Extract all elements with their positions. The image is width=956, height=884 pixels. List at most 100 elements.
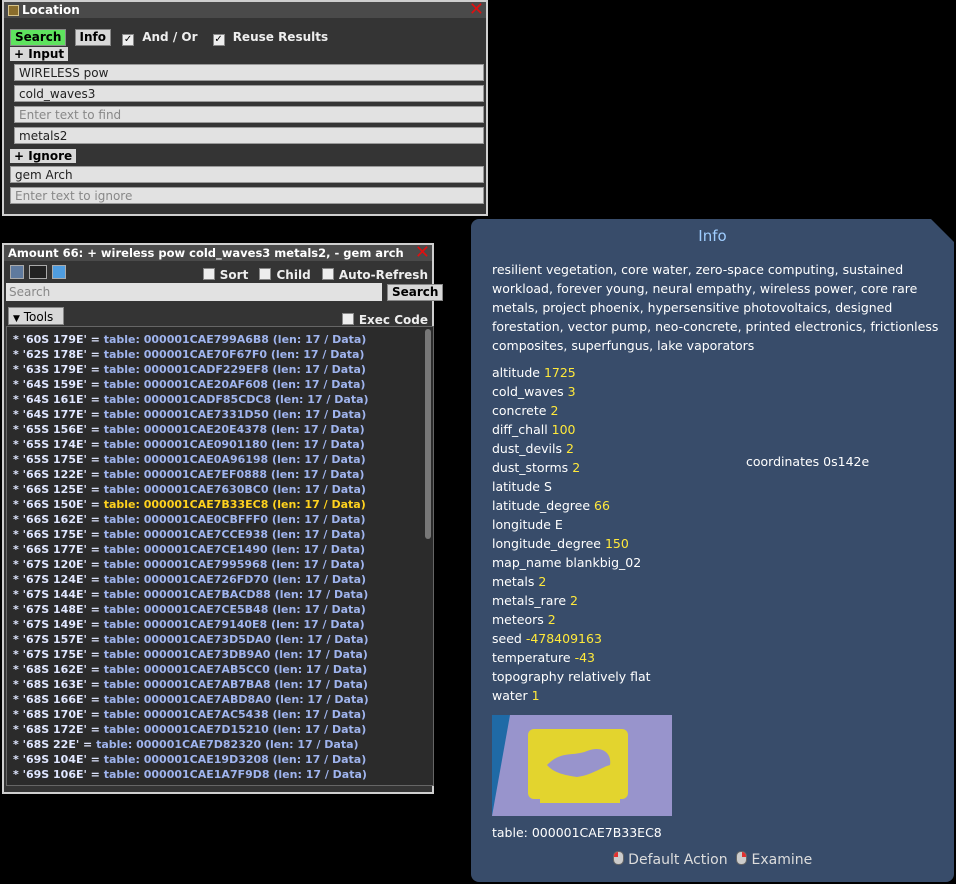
list-item[interactable]: * '64S 161E' = table: 000001CADF85CDC8 (… xyxy=(7,392,433,407)
close-icon[interactable]: ✕ xyxy=(469,2,484,18)
list-item-value[interactable]: table: 000001CAE20AF608 (len: 17 / Data) xyxy=(104,378,366,391)
list-item[interactable]: * '68S 22E' = table: 000001CAE7D82320 (l… xyxy=(7,737,433,752)
list-item-value[interactable]: table: 000001CAE0CBFFF0 (len: 17 / Data) xyxy=(104,513,366,526)
list-item[interactable]: * '67S 157E' = table: 000001CAE73D5DA0 (… xyxy=(7,632,433,647)
info-field-value: 2 xyxy=(550,403,559,418)
list-item[interactable]: * '65S 175E' = table: 000001CAE0A96198 (… xyxy=(7,452,433,467)
list-item[interactable]: * '60S 179E' = table: 000001CAE799A6B8 (… xyxy=(7,332,433,347)
info-button[interactable]: Info xyxy=(74,29,112,46)
info-field-key: diff_chall xyxy=(492,422,548,437)
input-field-3[interactable]: Enter text to find xyxy=(14,106,484,123)
toolbar-icon-1[interactable] xyxy=(10,265,24,279)
list-item[interactable]: * '67S 175E' = table: 000001CAE73DB9A0 (… xyxy=(7,647,433,662)
ignore-field-1[interactable]: gem Arch xyxy=(10,166,484,183)
list-item-value[interactable]: table: 000001CAE19D3208 (len: 17 / Data) xyxy=(104,753,367,766)
info-field-value: blankbig_02 xyxy=(565,555,642,570)
list-item-value[interactable]: table: 000001CAE7CCE938 (len: 17 / Data) xyxy=(104,528,366,541)
list-item-value[interactable]: table: 000001CADF85CDC8 (len: 17 / Data) xyxy=(104,393,369,406)
list-item-value[interactable]: table: 000001CAE79140E8 (len: 17 / Data) xyxy=(104,618,365,631)
list-item-value[interactable]: table: 000001CAE7BACD88 (len: 17 / Data) xyxy=(104,588,369,601)
list-item-value[interactable]: table: 000001CAE0901180 (len: 17 / Data) xyxy=(104,438,365,451)
tools-dropdown[interactable]: ▼ Tools xyxy=(8,307,64,325)
input-field-4[interactable]: metals2 xyxy=(14,127,484,144)
toolbar-icon-2[interactable] xyxy=(29,265,47,279)
list-item[interactable]: * '67S 144E' = table: 000001CAE7BACD88 (… xyxy=(7,587,433,602)
list-item-key: * '65S 156E' = xyxy=(13,423,104,436)
list-item[interactable]: * '67S 149E' = table: 000001CAE79140E8 (… xyxy=(7,617,433,632)
list-item[interactable]: * '66S 125E' = table: 000001CAE7630BC0 (… xyxy=(7,482,433,497)
list-item-value[interactable]: table: 000001CAE7AB7BA8 (len: 17 / Data) xyxy=(104,678,368,691)
list-item-value[interactable]: table: 000001CAE7ABD8A0 (len: 17 / Data) xyxy=(104,693,369,706)
list-item-value[interactable]: table: 000001CAE1A7F9D8 (len: 17 / Data) xyxy=(104,768,367,781)
list-item-value[interactable]: table: 000001CAE7D82320 (len: 17 / Data) xyxy=(96,738,359,751)
input-section-toggle[interactable]: + Input xyxy=(10,47,69,61)
autorefresh-checkbox[interactable] xyxy=(321,268,334,280)
info-field-key: dust_storms xyxy=(492,460,569,475)
list-item-value[interactable]: table: 000001CAE7CE5B48 (len: 17 / Data) xyxy=(104,603,366,616)
list-item[interactable]: * '66S 122E' = table: 000001CAE7EF0888 (… xyxy=(7,467,433,482)
list-item-value[interactable]: table: 000001CAE7EF0888 (len: 17 / Data) xyxy=(104,468,365,481)
child-checkbox[interactable] xyxy=(259,268,272,280)
list-item[interactable]: * '63S 179E' = table: 000001CADF229EF8 (… xyxy=(7,362,433,377)
sort-checkbox[interactable] xyxy=(202,268,215,280)
list-item-value[interactable]: table: 000001CAE73DB9A0 (len: 17 / Data) xyxy=(104,648,368,661)
list-item-value[interactable]: table: 000001CAE70F67F0 (len: 17 / Data) xyxy=(104,348,365,361)
list-item[interactable]: * '67S 148E' = table: 000001CAE7CE5B48 (… xyxy=(7,602,433,617)
list-item[interactable]: * '64S 177E' = table: 000001CAE7331D50 (… xyxy=(7,407,433,422)
info-field-key: topography xyxy=(492,669,565,684)
examine-label[interactable]: Examine xyxy=(752,852,813,868)
list-item-value[interactable]: table: 000001CAE7AB5CC0 (len: 17 / Data) xyxy=(104,663,367,676)
scrollbar[interactable] xyxy=(425,329,431,539)
list-item-key: * '66S 122E' = xyxy=(13,468,104,481)
list-item[interactable]: * '66S 175E' = table: 000001CAE7CCE938 (… xyxy=(7,527,433,542)
list-item[interactable]: * '64S 159E' = table: 000001CAE20AF608 (… xyxy=(7,377,433,392)
list-item-value[interactable]: table: 000001CAE20E4378 (len: 17 / Data) xyxy=(104,423,365,436)
list-item[interactable]: * '66S 177E' = table: 000001CAE7CE1490 (… xyxy=(7,542,433,557)
ignore-field-2[interactable]: Enter text to ignore xyxy=(10,187,484,204)
list-item[interactable]: * '67S 120E' = table: 000001CAE7995968 (… xyxy=(7,557,433,572)
list-item[interactable]: * '68S 172E' = table: 000001CAE7D15210 (… xyxy=(7,722,433,737)
list-item[interactable]: * '68S 170E' = table: 000001CAE7AC5438 (… xyxy=(7,707,433,722)
list-item-value[interactable]: table: 000001CAE73D5DA0 (len: 17 / Data) xyxy=(104,633,369,646)
results-list[interactable]: * '60S 179E' = table: 000001CAE799A6B8 (… xyxy=(6,326,434,786)
results-search-button[interactable]: Search xyxy=(387,284,444,301)
list-item[interactable]: * '67S 124E' = table: 000001CAE726FD70 (… xyxy=(7,572,433,587)
andor-checkbox[interactable]: ✓ xyxy=(122,34,135,46)
input-field-1[interactable]: WIRELESS pow xyxy=(14,64,484,81)
list-item[interactable]: * '68S 163E' = table: 000001CAE7AB7BA8 (… xyxy=(7,677,433,692)
info-field-key: water xyxy=(492,688,528,703)
list-item-value[interactable]: table: 000001CAE7CE1490 (len: 17 / Data) xyxy=(104,543,365,556)
list-item-value[interactable]: table: 000001CAE7B33EC8 (len: 17 / Data) xyxy=(104,498,366,511)
list-item-value[interactable]: table: 000001CAE7D15210 (len: 17 / Data) xyxy=(104,723,367,736)
list-item-value[interactable]: table: 000001CADF229EF8 (len: 17 / Data) xyxy=(104,363,366,376)
results-titlebar[interactable]: Amount 66: + wireless pow cold_waves3 me… xyxy=(4,245,432,261)
list-item[interactable]: * '69S 104E' = table: 000001CAE19D3208 (… xyxy=(7,752,433,767)
list-item-value[interactable]: table: 000001CAE7AC5438 (len: 17 / Data) xyxy=(104,708,366,721)
list-item[interactable]: * '65S 174E' = table: 000001CAE0901180 (… xyxy=(7,437,433,452)
ignore-section-toggle[interactable]: + Ignore xyxy=(10,149,77,163)
list-item-value[interactable]: table: 000001CAE7630BC0 (len: 17 / Data) xyxy=(104,483,366,496)
list-item-value[interactable]: table: 000001CAE7995968 (len: 17 / Data) xyxy=(104,558,365,571)
list-item[interactable]: * '66S 162E' = table: 000001CAE0CBFFF0 (… xyxy=(7,512,433,527)
default-action-label[interactable]: Default Action xyxy=(628,852,727,868)
exec-code-checkbox[interactable] xyxy=(341,313,354,325)
list-item[interactable]: * '69S 106E' = table: 000001CAE1A7F9D8 (… xyxy=(7,767,433,782)
toolbar-icon-3[interactable] xyxy=(52,265,66,279)
list-item[interactable]: * '65S 156E' = table: 000001CAE20E4378 (… xyxy=(7,422,433,437)
list-item-value[interactable]: table: 000001CAE7331D50 (len: 17 / Data) xyxy=(104,408,367,421)
list-item-key: * '67S 120E' = xyxy=(13,558,104,571)
search-input[interactable]: Search xyxy=(6,283,382,301)
list-item-value[interactable]: table: 000001CAE0A96198 (len: 17 / Data) xyxy=(104,453,366,466)
list-item[interactable]: * '68S 166E' = table: 000001CAE7ABD8A0 (… xyxy=(7,692,433,707)
close-icon[interactable]: ✕ xyxy=(415,245,430,261)
info-field-value: 1725 xyxy=(543,365,576,380)
location-titlebar[interactable]: Location ✕ xyxy=(4,2,486,18)
search-button[interactable]: Search xyxy=(10,29,67,46)
list-item[interactable]: * '62S 178E' = table: 000001CAE70F67F0 (… xyxy=(7,347,433,362)
input-field-2[interactable]: cold_waves3 xyxy=(14,85,484,102)
list-item[interactable]: * '66S 150E' = table: 000001CAE7B33EC8 (… xyxy=(7,497,433,512)
reuse-results-checkbox[interactable]: ✓ xyxy=(212,34,225,46)
list-item-value[interactable]: table: 000001CAE726FD70 (len: 17 / Data) xyxy=(104,573,366,586)
list-item[interactable]: * '68S 162E' = table: 000001CAE7AB5CC0 (… xyxy=(7,662,433,677)
list-item-value[interactable]: table: 000001CAE799A6B8 (len: 17 / Data) xyxy=(104,333,367,346)
